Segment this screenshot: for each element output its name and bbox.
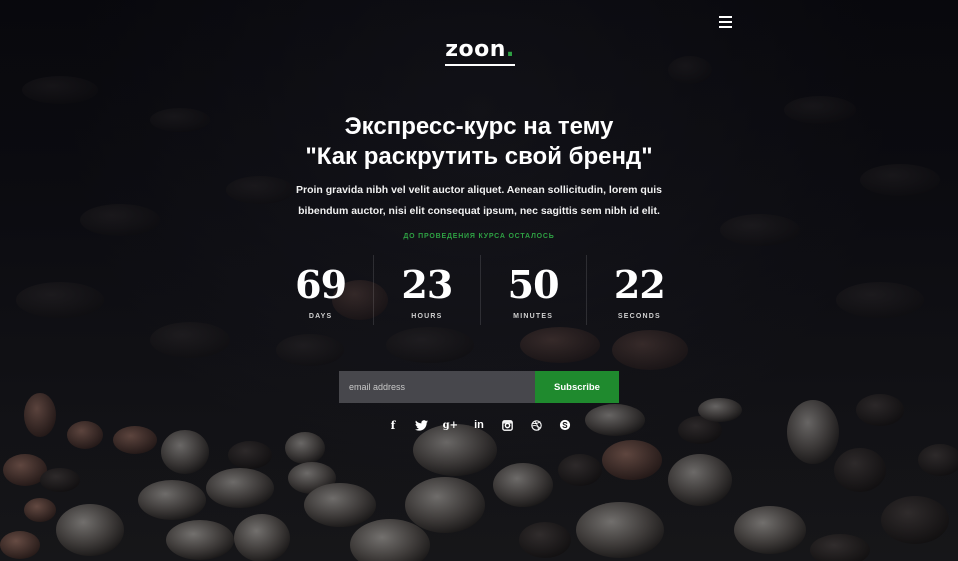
google-plus-icon[interactable]: g+ <box>441 416 459 434</box>
dribbble-icon[interactable] <box>527 416 545 434</box>
countdown-hours: 23 HOURS <box>373 255 479 325</box>
social-links: f g+ in <box>384 416 574 434</box>
title-line-1: Экспресс-курс на тему <box>344 113 614 140</box>
linkedin-icon[interactable]: in <box>470 416 488 434</box>
countdown-timer: 69 DAYS 23 HOURS 50 MINUTES 22 SECONDS <box>268 255 692 325</box>
instagram-icon[interactable] <box>499 416 517 434</box>
title-line-2: "Как раскрутить свой бренд" <box>305 143 653 170</box>
minutes-value: 50 <box>507 262 560 307</box>
lead-text: Proin gravida nibh vel velit auctor aliq… <box>290 180 668 222</box>
lead-line-2: bibendum auctor, nisi elit consequat ips… <box>298 205 660 217</box>
dribbble-glyph <box>531 419 542 431</box>
logo[interactable]: zoon. <box>445 38 515 68</box>
subscribe-button[interactable]: Subscribe <box>535 371 619 403</box>
facebook-icon[interactable]: f <box>384 416 402 434</box>
logo-text: zoon. <box>445 38 515 62</box>
twitter-bird-glyph <box>415 419 429 431</box>
subscribe-form: Subscribe <box>339 371 619 403</box>
countdown-label: ДО ПРОВЕДЕНИЯ КУРСА ОСТАЛОСЬ <box>403 233 555 240</box>
countdown-days: 69 DAYS <box>268 255 373 325</box>
hamburger-menu-icon[interactable] <box>719 16 732 28</box>
menu-bar <box>719 16 732 18</box>
logo-name: zoon <box>445 37 506 62</box>
menu-bar <box>719 26 732 28</box>
instagram-glyph <box>502 419 513 431</box>
lead-line-1: Proin gravida nibh vel velit auctor aliq… <box>295 184 663 196</box>
logo-underline <box>445 64 515 66</box>
countdown-seconds: 22 SECONDS <box>585 255 692 325</box>
days-unit: DAYS <box>308 313 333 320</box>
hours-unit: HOURS <box>411 313 443 320</box>
seconds-value: 22 <box>613 262 666 307</box>
email-field[interactable] <box>339 371 535 403</box>
days-value: 69 <box>295 262 347 307</box>
skype-icon[interactable] <box>556 416 574 434</box>
hours-value: 23 <box>401 262 453 307</box>
skype-glyph <box>559 419 571 431</box>
twitter-icon[interactable] <box>413 416 431 434</box>
logo-dot: . <box>505 37 515 62</box>
page-title: Экспресс-курс на тему "Как раскрутить св… <box>240 112 718 172</box>
menu-bar <box>719 21 732 23</box>
minutes-unit: MINUTES <box>513 313 554 320</box>
seconds-unit: SECONDS <box>617 313 661 320</box>
countdown-minutes: 50 MINUTES <box>479 255 586 325</box>
